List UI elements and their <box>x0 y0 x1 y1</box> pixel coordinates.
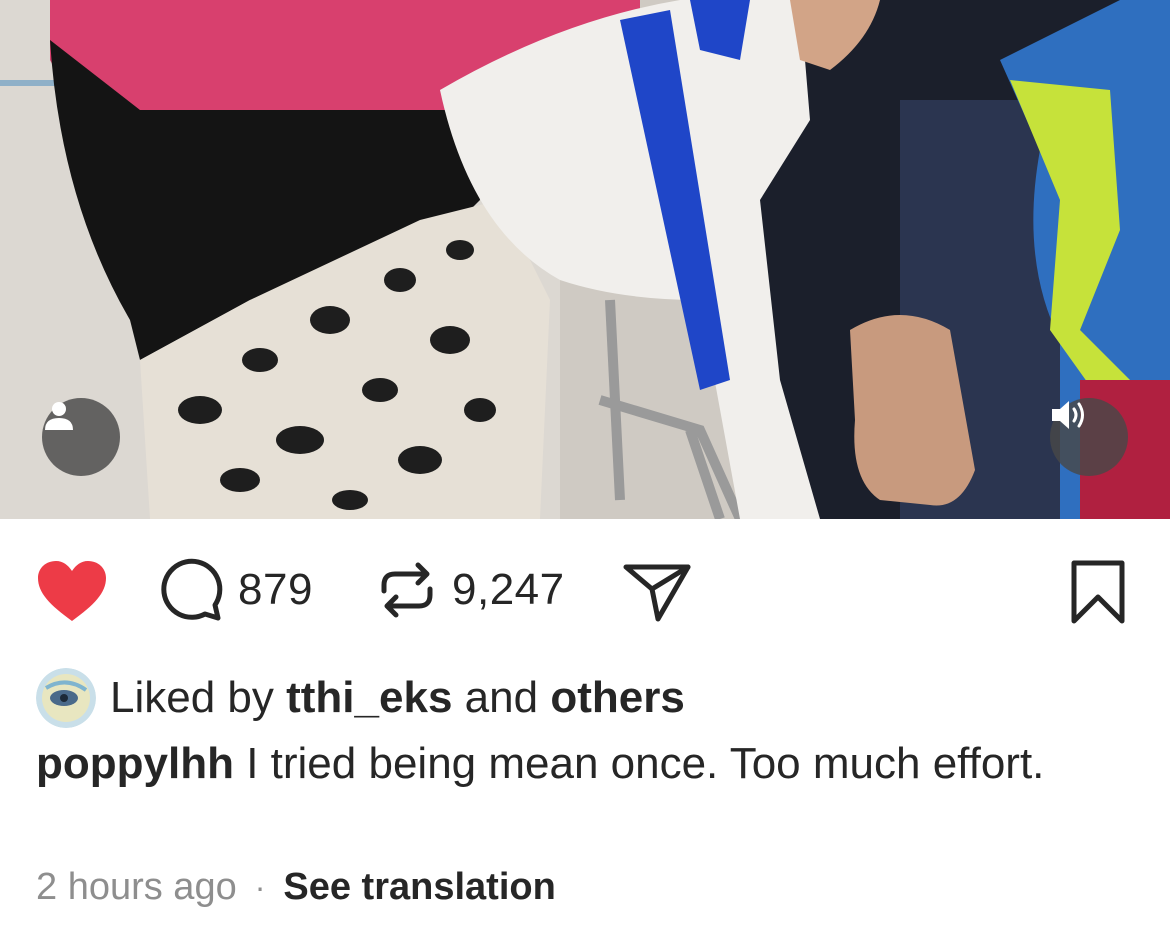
repost-button[interactable]: 9,247 <box>376 557 565 623</box>
post-timestamp: 2 hours ago <box>36 866 237 908</box>
liked-by-text: Liked by tthi_eks and others <box>110 673 685 723</box>
post-action-bar: 879 9,247 <box>0 545 1170 641</box>
heart-filled-icon <box>38 561 106 621</box>
see-translation-link[interactable]: See translation <box>283 866 555 909</box>
liked-by-username[interactable]: tthi_eks <box>286 673 452 722</box>
comment-count: 879 <box>238 565 313 614</box>
like-button[interactable] <box>36 559 108 623</box>
caption-text: I tried being mean once. Too much effort… <box>246 739 1045 788</box>
repost-count: 9,247 <box>452 565 565 614</box>
bookmark-icon <box>1071 560 1125 624</box>
user-tag-icon <box>45 402 73 430</box>
liked-by-prefix: Liked by <box>110 673 274 722</box>
speaker-icon <box>1052 401 1084 429</box>
liked-by-row[interactable]: Liked by tthi_eks and others <box>36 666 685 730</box>
post-caption: poppylhh I tried being mean once. Too mu… <box>36 734 1126 794</box>
video-frame <box>0 0 1170 519</box>
sound-toggle-button[interactable] <box>1050 398 1128 476</box>
post-meta: 2 hours ago · See translation <box>36 866 556 909</box>
save-button[interactable] <box>1068 559 1128 625</box>
meta-separator: · <box>254 869 266 905</box>
speech-bubble-icon <box>161 558 223 621</box>
tag-user-button[interactable] <box>42 398 120 476</box>
post-media[interactable] <box>0 0 1170 519</box>
share-button[interactable] <box>622 561 692 623</box>
liker-avatar-image <box>36 668 96 728</box>
liked-by-connector: and <box>464 673 539 722</box>
comment-button[interactable]: 879 <box>158 557 313 623</box>
paper-plane-icon <box>623 564 691 622</box>
caption-username[interactable]: poppylhh <box>36 739 234 788</box>
repost-arrows-icon <box>381 562 433 618</box>
avatar[interactable] <box>36 668 96 728</box>
liked-by-others[interactable]: others <box>550 673 684 722</box>
